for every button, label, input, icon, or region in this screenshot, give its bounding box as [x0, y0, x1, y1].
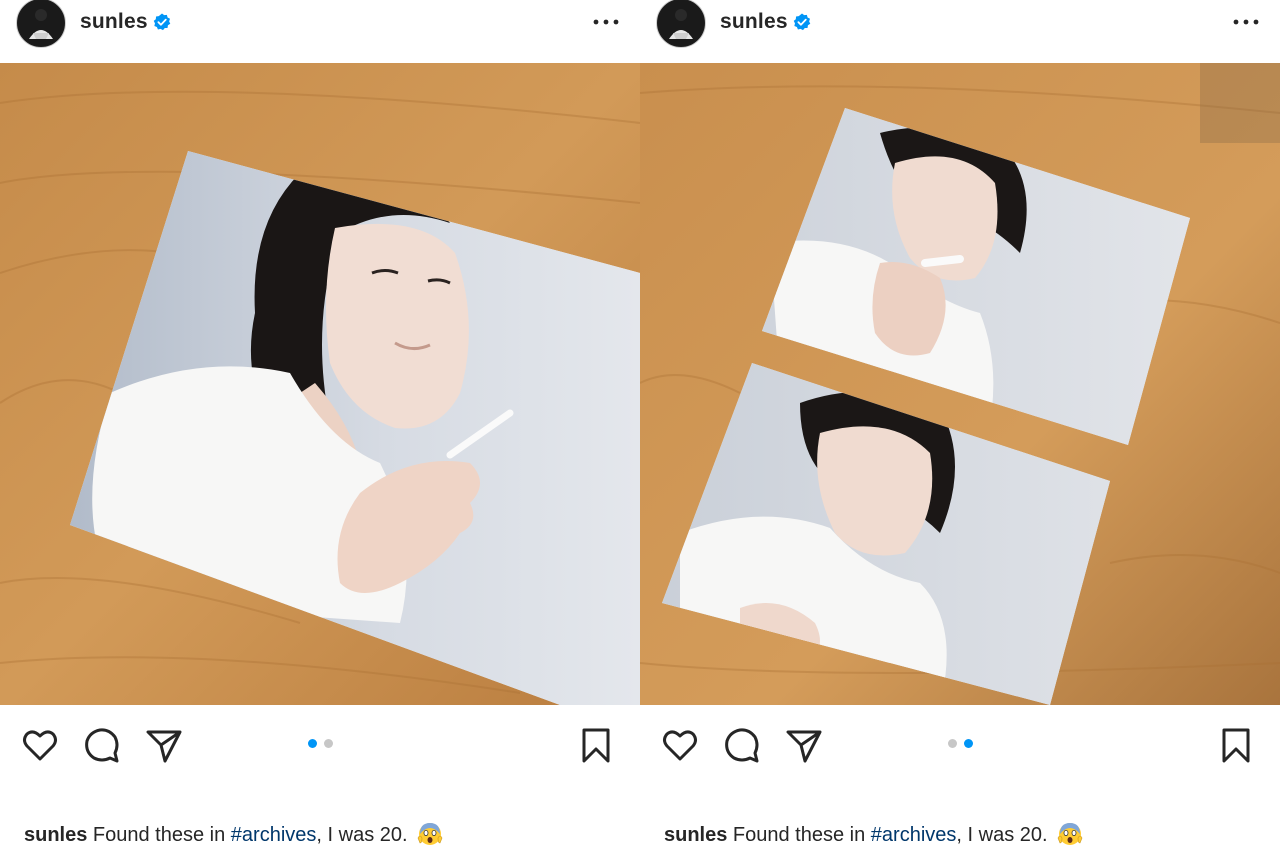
save-bookmark-icon[interactable]	[1216, 725, 1256, 765]
post-image[interactable]	[640, 63, 1280, 705]
save-bookmark-icon[interactable]	[576, 725, 616, 765]
carousel-dot-1	[948, 739, 957, 748]
verified-badge-icon	[793, 13, 811, 31]
comment-bubble-icon[interactable]	[82, 725, 122, 765]
more-options-icon[interactable]	[592, 12, 620, 32]
share-paper-plane-icon[interactable]	[784, 725, 824, 765]
verified-badge-icon	[153, 13, 171, 31]
action-bar	[640, 705, 1280, 775]
like-heart-icon[interactable]	[20, 725, 60, 765]
caption-hashtag[interactable]: #archives	[871, 824, 957, 846]
carousel-dot-2	[324, 739, 333, 748]
caption-text-before: Found these in	[727, 824, 871, 846]
caption-text-after: , I was 20.	[316, 824, 408, 846]
carousel-dot-2	[964, 739, 973, 748]
post-username[interactable]: sunles	[720, 10, 788, 34]
caption-username[interactable]: sunles	[24, 824, 87, 846]
action-bar	[0, 705, 640, 775]
post-header: sunles	[640, 0, 1280, 62]
post-username[interactable]: sunles	[80, 10, 148, 34]
post-left: sunles sunles Found these in #archives, …	[0, 0, 640, 848]
post-caption: sunles Found these in #archives, I was 2…	[24, 820, 443, 847]
caption-hashtag[interactable]: #archives	[231, 824, 317, 846]
face-screaming-in-fear-emoji	[1057, 823, 1083, 845]
post-image[interactable]	[0, 63, 640, 705]
avatar[interactable]	[16, 0, 66, 48]
post-caption: sunles Found these in #archives, I was 2…	[664, 820, 1083, 847]
face-screaming-in-fear-emoji	[417, 823, 443, 845]
caption-username[interactable]: sunles	[664, 824, 727, 846]
post-header: sunles	[0, 0, 640, 62]
comment-bubble-icon[interactable]	[722, 725, 762, 765]
carousel-dot-1	[308, 739, 317, 748]
post-right: sunles sunles Found these in #archives, …	[640, 0, 1280, 848]
like-heart-icon[interactable]	[660, 725, 700, 765]
carousel-indicator	[948, 739, 978, 749]
caption-text-after: , I was 20.	[956, 824, 1048, 846]
more-options-icon[interactable]	[1232, 12, 1260, 32]
share-paper-plane-icon[interactable]	[144, 725, 184, 765]
avatar[interactable]	[656, 0, 706, 48]
caption-text-before: Found these in	[87, 824, 231, 846]
carousel-indicator	[308, 739, 338, 749]
